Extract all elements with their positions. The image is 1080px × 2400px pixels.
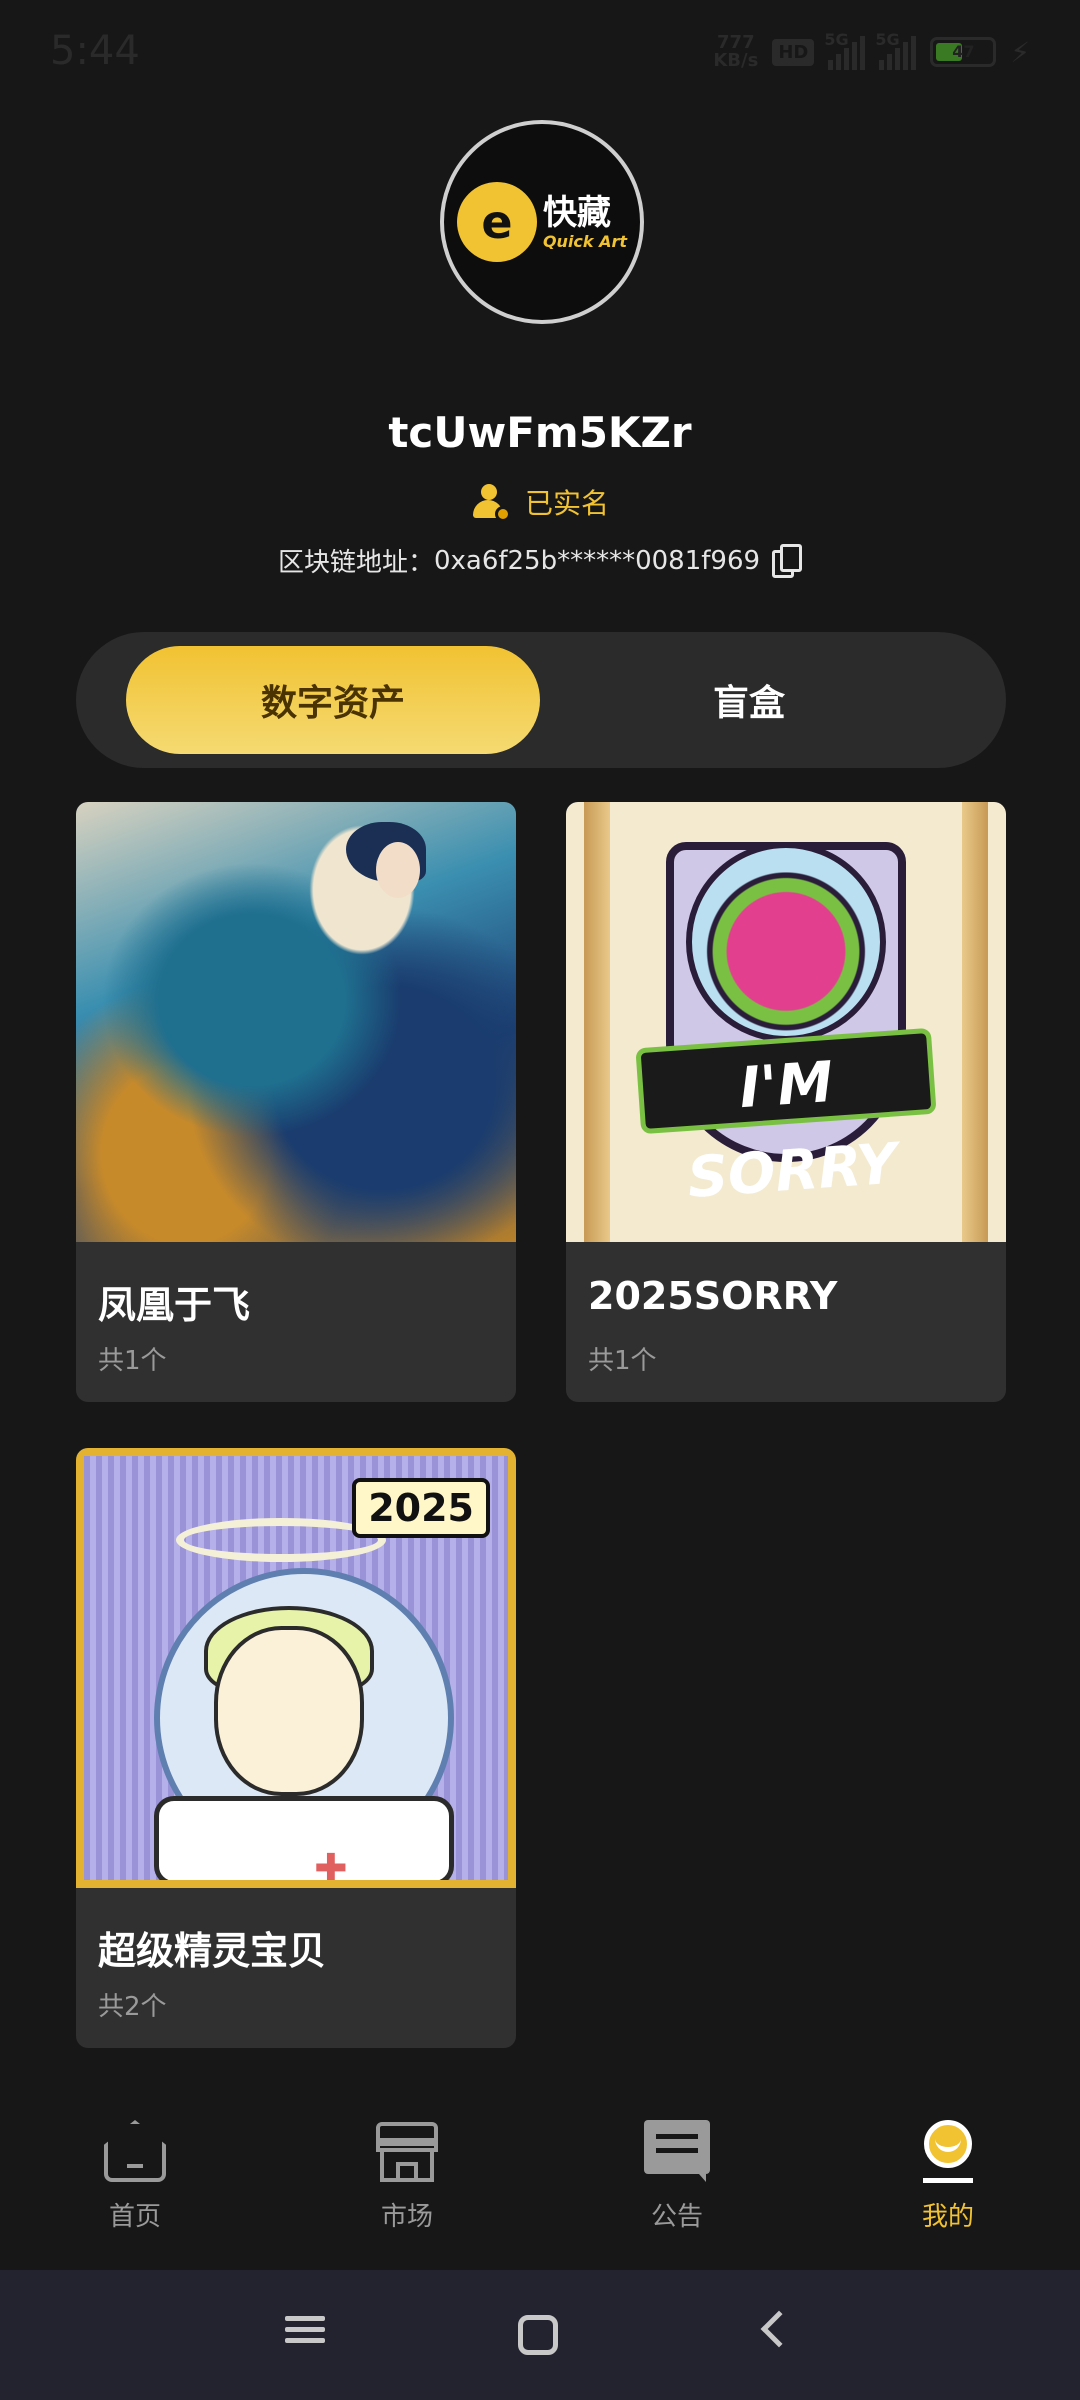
nav-home[interactable]: 首页 (45, 2116, 225, 2233)
avatar-logo: 快藏 Quick Art (542, 192, 628, 251)
battery-icon: 47 (930, 37, 997, 67)
avatar[interactable]: e 快藏 Quick Art (440, 120, 644, 324)
asset-count: 共1个 (98, 1346, 167, 1376)
tab-digital-assets[interactable]: 数字资产 (126, 646, 540, 754)
asset-card[interactable]: I'M SORRY 2025SORRY 共1个 (566, 802, 1006, 1402)
status-time: 5:44 (50, 28, 140, 74)
nav-market[interactable]: 市场 (317, 2116, 497, 2233)
asset-title: 2025SORRY (588, 1274, 838, 1318)
asset-image: I'M SORRY (566, 802, 1006, 1242)
status-bar: 5:44 777 KB/s HD 5G 5G 47 ⚡ (0, 0, 1080, 110)
verified-user-icon (471, 482, 511, 522)
address-label: 区块链地址： (277, 548, 434, 578)
back-icon[interactable] (752, 2310, 802, 2360)
asset-count: 共1个 (588, 1346, 657, 1376)
nav-notice[interactable]: 公告 (587, 2116, 767, 2233)
copy-icon[interactable] (772, 543, 803, 578)
nav-mine[interactable]: 我的 (858, 2116, 1038, 2233)
mine-icon (913, 2116, 983, 2186)
system-nav-bar (0, 2270, 1080, 2400)
notice-icon (642, 2116, 712, 2186)
tab-blind-box[interactable]: 盲盒 (542, 646, 956, 754)
verified-label: 已实名 (524, 487, 609, 520)
year-badge: 2025 (352, 1478, 490, 1538)
square-home-icon[interactable] (518, 2315, 558, 2355)
network-speed: 777 KB/s (713, 32, 759, 71)
asset-image: ✚ 2025 (76, 1448, 516, 1888)
asset-title: 凤凰于飞 (98, 1283, 251, 1327)
nav-label: 首页 (108, 2202, 161, 2232)
asset-tabs: 数字资产 盲盒 (76, 632, 1006, 768)
signal-icon: 5G (824, 30, 866, 70)
signal-icon-2: 5G (875, 30, 917, 70)
hd-icon: HD (772, 38, 815, 66)
home-icon (100, 2116, 170, 2186)
nav-label: 公告 (650, 2202, 703, 2232)
market-icon (372, 2116, 442, 2186)
bottom-nav: 首页 市场 公告 我的 (0, 2096, 1080, 2270)
logo-icon: e (456, 182, 537, 262)
asset-card[interactable]: ✚ 2025 超级精灵宝贝 共2个 (76, 1448, 516, 2048)
username: tcUwFm5KZr (388, 408, 692, 457)
menu-icon[interactable] (280, 2310, 330, 2360)
nav-label: 我的 (921, 2202, 974, 2232)
asset-card[interactable]: 凤凰于飞 共1个 (76, 802, 516, 1402)
address-value: 0xa6f25b******0081f969 (433, 545, 761, 576)
charging-icon: ⚡ (1010, 35, 1030, 69)
asset-title: 超级精灵宝贝 (98, 1929, 327, 1973)
status-icons: 777 KB/s HD 5G 5G 47 ⚡ (713, 30, 1030, 71)
asset-count: 共2个 (98, 1992, 167, 2022)
nav-label: 市场 (380, 2202, 433, 2232)
blockchain-address: 区块链地址： 0xa6f25b******0081f969 (0, 542, 1080, 579)
asset-image (76, 802, 516, 1242)
verified-status: 已实名 (0, 482, 1080, 522)
